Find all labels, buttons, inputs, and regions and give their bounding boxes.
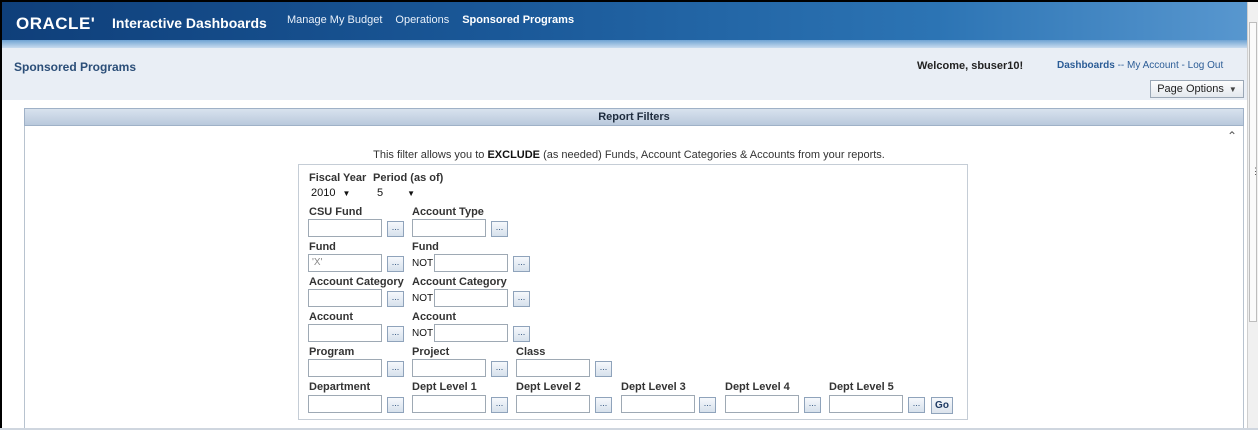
grip-icon: ⋮ bbox=[1251, 166, 1258, 176]
dept-level-3-browse-button[interactable]: ... bbox=[699, 397, 716, 413]
account-type-label: Account Type bbox=[412, 206, 484, 218]
dept-level-3-input[interactable] bbox=[621, 395, 695, 413]
dept-level-1-label: Dept Level 1 bbox=[412, 381, 477, 393]
account-category-label: Account Category bbox=[309, 276, 404, 288]
account-exclude-browse-button[interactable]: ... bbox=[513, 326, 530, 342]
department-input[interactable] bbox=[308, 395, 382, 413]
go-button[interactable]: Go bbox=[931, 397, 953, 414]
filter-info-text: This filter allows you to EXCLUDE (as ne… bbox=[0, 149, 1258, 161]
class-browse-button[interactable]: ... bbox=[595, 361, 612, 377]
page-title: Sponsored Programs bbox=[14, 60, 137, 74]
dashboard-nav: Manage My Budget Operations Sponsored Pr… bbox=[287, 14, 587, 26]
dept-level-2-browse-button[interactable]: ... bbox=[595, 397, 612, 413]
chevron-down-icon: ▼ bbox=[1228, 84, 1237, 94]
vertical-scrollbar[interactable] bbox=[1247, 2, 1258, 428]
dept-level-2-input[interactable] bbox=[516, 395, 590, 413]
dept-level-5-input[interactable] bbox=[829, 395, 903, 413]
fiscal-year-select[interactable]: 2010 ▼ bbox=[311, 187, 350, 201]
top-banner: ORACLE' Interactive Dashboards Manage My… bbox=[2, 2, 1247, 48]
csu-fund-label: CSU Fund bbox=[309, 206, 363, 218]
account-category-exclude-browse-button[interactable]: ... bbox=[513, 291, 530, 307]
dept-level-3-label: Dept Level 3 bbox=[621, 381, 686, 393]
account-category-input[interactable] bbox=[308, 289, 382, 307]
account-exclude-label: Account bbox=[412, 311, 456, 323]
project-browse-button[interactable]: ... bbox=[491, 361, 508, 377]
info-text-exclude: EXCLUDE bbox=[487, 149, 541, 161]
collapse-icon[interactable]: ⌃ bbox=[1227, 129, 1237, 143]
account-label: Account bbox=[309, 311, 353, 323]
chevron-down-icon: ▼ bbox=[342, 189, 351, 198]
period-select[interactable]: 5 ▼ bbox=[377, 187, 415, 201]
account-type-input[interactable] bbox=[412, 219, 486, 237]
page-options-label: Page Options bbox=[1157, 83, 1224, 95]
fund-label: Fund bbox=[309, 241, 336, 253]
account-browse-button[interactable]: ... bbox=[387, 326, 404, 342]
csu-fund-browse-button[interactable]: ... bbox=[387, 221, 404, 237]
program-browse-button[interactable]: ... bbox=[387, 361, 404, 377]
project-label: Project bbox=[412, 346, 450, 358]
fund-exclude-browse-button[interactable]: ... bbox=[513, 256, 530, 272]
not-label: NOT bbox=[412, 258, 434, 269]
class-input[interactable] bbox=[516, 359, 590, 377]
page-header bbox=[2, 48, 1247, 100]
department-browse-button[interactable]: ... bbox=[387, 397, 404, 413]
fund-exclude-input[interactable] bbox=[434, 254, 508, 272]
banner-shine bbox=[2, 40, 1247, 48]
dept-level-2-label: Dept Level 2 bbox=[516, 381, 581, 393]
dashboards-link[interactable]: Dashboards bbox=[1057, 60, 1115, 71]
link-separator: - bbox=[1181, 60, 1185, 71]
nav-manage-my-budget[interactable]: Manage My Budget bbox=[287, 14, 382, 26]
dept-level-1-browse-button[interactable]: ... bbox=[491, 397, 508, 413]
dept-level-5-browse-button[interactable]: ... bbox=[908, 397, 925, 413]
app-title: Interactive Dashboards bbox=[112, 15, 267, 31]
chevron-down-icon: ▼ bbox=[407, 189, 416, 198]
account-input[interactable] bbox=[308, 324, 382, 342]
dept-level-1-input[interactable] bbox=[412, 395, 486, 413]
fund-browse-button[interactable]: ... bbox=[387, 256, 404, 272]
info-text-end: (as needed) Funds, Account Categories & … bbox=[540, 149, 885, 161]
period-label: Period (as of) bbox=[373, 172, 444, 184]
dept-level-5-label: Dept Level 5 bbox=[829, 381, 894, 393]
fiscal-year-label: Fiscal Year bbox=[309, 172, 367, 184]
csu-fund-input[interactable] bbox=[308, 219, 382, 237]
oracle-logo: ORACLE' bbox=[16, 14, 96, 33]
my-account-link[interactable]: My Account bbox=[1127, 60, 1179, 71]
dept-level-4-label: Dept Level 4 bbox=[725, 381, 790, 393]
header-links: Dashboards -- My Account - Log Out bbox=[1057, 60, 1223, 71]
account-category-exclude-label: Account Category bbox=[412, 276, 507, 288]
page-options-button[interactable]: Page Options ▼ bbox=[1150, 80, 1244, 98]
account-category-exclude-input[interactable] bbox=[434, 289, 508, 307]
nav-operations[interactable]: Operations bbox=[395, 14, 449, 26]
program-label: Program bbox=[309, 346, 355, 358]
welcome-message: Welcome, sbuser10! bbox=[917, 60, 1024, 72]
nav-sponsored-programs[interactable]: Sponsored Programs bbox=[462, 14, 574, 26]
account-type-browse-button[interactable]: ... bbox=[491, 221, 508, 237]
not-label: NOT bbox=[412, 293, 434, 304]
fund-input[interactable]: 'X' bbox=[308, 254, 382, 272]
program-input[interactable] bbox=[308, 359, 382, 377]
log-out-link[interactable]: Log Out bbox=[1188, 60, 1224, 71]
section-title: Report Filters bbox=[24, 108, 1244, 126]
fiscal-year-value: 2010 bbox=[311, 187, 336, 199]
link-separator: -- bbox=[1117, 60, 1125, 71]
project-input[interactable] bbox=[412, 359, 486, 377]
dept-level-4-browse-button[interactable]: ... bbox=[804, 397, 821, 413]
dept-level-4-input[interactable] bbox=[725, 395, 799, 413]
fund-exclude-label: Fund bbox=[412, 241, 439, 253]
info-text-start: This filter allows you to bbox=[373, 149, 488, 161]
period-value: 5 bbox=[377, 187, 384, 199]
department-label: Department bbox=[309, 381, 371, 393]
account-exclude-input[interactable] bbox=[434, 324, 508, 342]
account-category-browse-button[interactable]: ... bbox=[387, 291, 404, 307]
not-label: NOT bbox=[412, 328, 434, 339]
class-label: Class bbox=[516, 346, 546, 358]
